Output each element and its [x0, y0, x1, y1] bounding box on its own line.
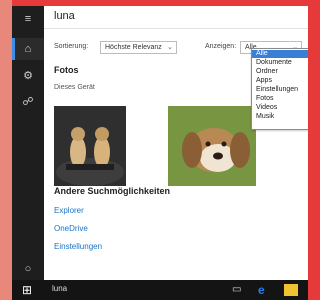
left-rail: ≡ ⌂ ⚙ ☍ ○: [12, 6, 44, 300]
link-explorer[interactable]: Explorer: [54, 206, 84, 215]
feedback-icon[interactable]: ☍: [12, 90, 44, 112]
search-query: luna: [54, 10, 75, 22]
settings-icon[interactable]: ⚙: [12, 64, 44, 86]
task-view-icon[interactable]: ▭: [232, 284, 244, 296]
search-box[interactable]: luna: [44, 6, 308, 28]
chevron-down-icon: ⌄: [166, 44, 173, 51]
sort-select[interactable]: Höchste Relevanz ⌄: [100, 41, 177, 54]
dropdown-option-fotos[interactable]: Fotos: [252, 95, 308, 103]
search-divider: [44, 28, 308, 29]
taskbar: ⊞ luna ▭ e: [12, 280, 308, 300]
dropdown-option-videos[interactable]: Videos: [252, 104, 308, 112]
explorer-icon[interactable]: [284, 284, 298, 296]
home-icon[interactable]: ⌂: [12, 38, 44, 60]
link-einstellungen[interactable]: Einstellungen: [54, 242, 102, 251]
background-left: [0, 0, 12, 300]
photo-two-dogs-image: [54, 106, 126, 186]
fotos-section-subtitle: Dieses Gerät: [54, 84, 95, 91]
photo-beagle[interactable]: [168, 106, 256, 186]
dropdown-option-ordner[interactable]: Ordner: [252, 68, 308, 76]
photo-two-dogs[interactable]: [54, 106, 126, 186]
active-indicator: [12, 38, 15, 60]
dropdown-option-musik[interactable]: Musik: [252, 113, 308, 121]
show-label: Anzeigen:: [205, 43, 237, 50]
fotos-section-title: Fotos: [54, 65, 79, 75]
other-search-title: Andere Suchmöglichkeiten: [54, 186, 171, 196]
sort-value: Höchste Relevanz: [105, 44, 162, 51]
photo-beagle-image: [168, 106, 256, 186]
edge-icon[interactable]: e: [258, 283, 270, 297]
dropdown-option-alle[interactable]: Alle: [252, 50, 308, 58]
sort-label: Sortierung:: [54, 43, 89, 50]
link-onedrive[interactable]: OneDrive: [54, 224, 88, 233]
dropdown-option-einstellungen[interactable]: Einstellungen: [252, 86, 308, 94]
menu-icon[interactable]: ≡: [12, 8, 44, 30]
background-right: [308, 0, 320, 300]
taskbar-search-text: luna: [52, 284, 68, 293]
windows-icon[interactable]: ⊞: [22, 284, 34, 296]
show-dropdown[interactable]: Alle Dokumente Ordner Apps Einstellungen…: [251, 48, 308, 130]
cortana-icon[interactable]: ○: [12, 258, 44, 280]
dropdown-option-dokumente[interactable]: Dokumente: [252, 59, 308, 67]
search-window: ≡ ⌂ ⚙ ☍ ○ luna Sortierung: Höchste Relev…: [12, 6, 308, 300]
dropdown-option-apps[interactable]: Apps: [252, 77, 308, 85]
